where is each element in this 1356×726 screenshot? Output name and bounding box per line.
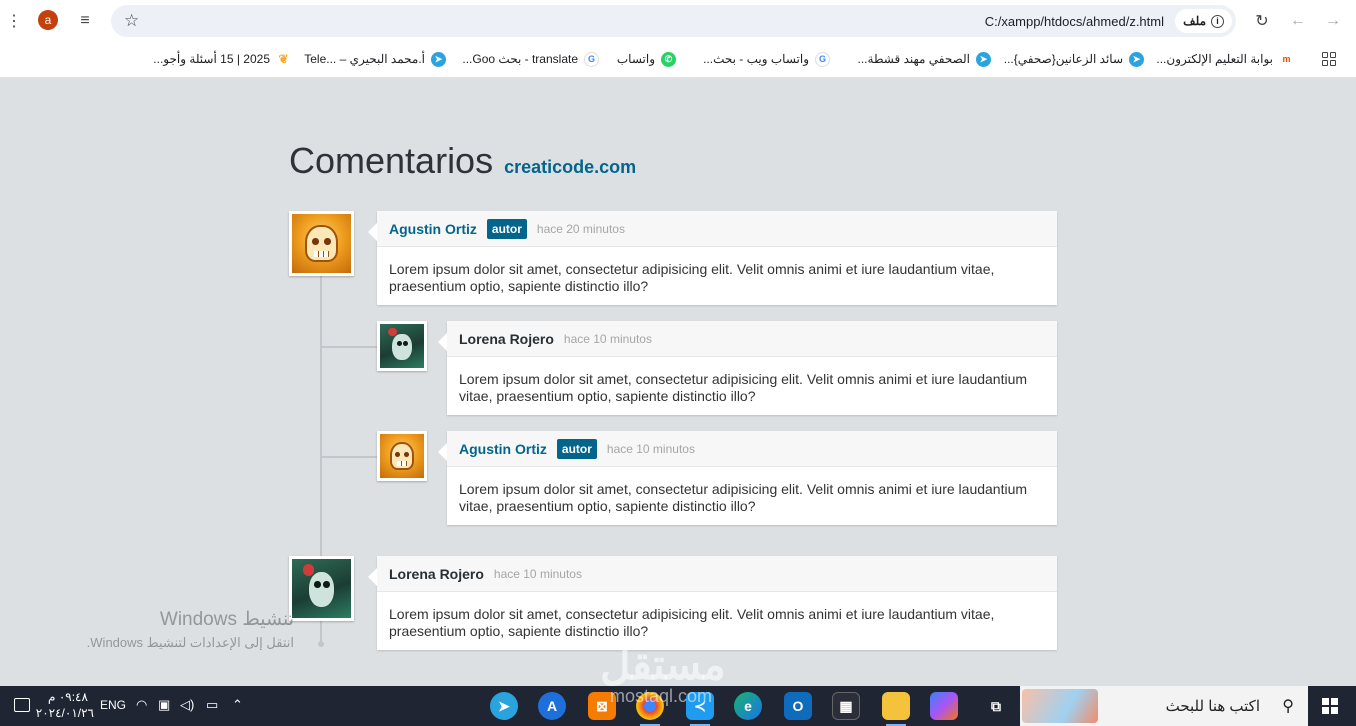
site-chip-label: ملف [1183, 14, 1206, 28]
comment-author-name[interactable]: Lorena Rojero [389, 566, 484, 582]
author-badge: autor [486, 218, 527, 239]
bookmark-item[interactable]: ➤ أ.محمد البحيري – ...Tele [304, 50, 446, 68]
edge-icon[interactable]: e [734, 692, 762, 720]
mostaql-watermark: مستقل [600, 641, 726, 688]
bookmark-label: أ.محمد البحيري – ...Tele [304, 52, 425, 66]
clock-date: ٢٠٢٤/٠١/٢٦ [35, 706, 94, 720]
bookmark-label: بوابة التعليم الإلكترون... [1156, 52, 1273, 66]
bookmark-label: واتساب [616, 52, 655, 66]
bookmark-item[interactable]: ➤ سائد الزعانين{صحفي}... [1004, 50, 1144, 68]
comment-time: hace 10 minutos [606, 441, 695, 456]
catrina-avatar[interactable] [289, 556, 354, 621]
telegram-app-icon[interactable]: ➤ [490, 692, 518, 720]
comment-header: Lorena Rojero hace 10 minutos [447, 321, 1057, 357]
telegram-icon: ➤ [976, 51, 991, 67]
search-icon: ⚲ [1282, 698, 1294, 715]
bookmark-label: translate - بحث Goo... [462, 52, 578, 66]
bookmark-item[interactable]: G واتساب ويب - بحث... [703, 50, 830, 68]
whatsapp-icon: ✆ [661, 51, 676, 67]
store-icon[interactable]: ▦ [832, 692, 860, 720]
activation-title: تنشيط Windows [159, 609, 294, 630]
meet-icon[interactable]: ▣ [158, 697, 170, 713]
moodle-icon: m [1279, 51, 1294, 67]
windows-start-icon[interactable] [1322, 698, 1338, 714]
comment-header: Agustin Ortiz autor hace 20 minutos [377, 211, 1057, 247]
author-badge: autor [556, 438, 597, 459]
comment-box: Agustin Ortiz autor hace 10 minutos Lore… [438, 431, 1057, 525]
thread-end-dot [318, 641, 324, 647]
taskbar-search[interactable]: اكتب هنا للبحث ⚲ [1020, 686, 1308, 726]
site-link[interactable]: creaticode.com [504, 157, 636, 178]
file-explorer-icon[interactable] [882, 692, 910, 726]
reply-connector [322, 456, 377, 458]
bookmark-star-icon[interactable]: ☆ [124, 11, 139, 31]
skull-avatar[interactable] [289, 211, 354, 276]
info-icon: i [1211, 14, 1224, 28]
app-installer-icon[interactable]: A [538, 692, 566, 720]
site-info-chip[interactable]: ملف i [1175, 9, 1232, 33]
bookmark-label: سائد الزعانين{صحفي}... [1003, 52, 1123, 66]
task-view-icon[interactable]: ⧉ [982, 692, 1010, 720]
page-title: Comentarios [289, 140, 494, 181]
activation-subtitle: انتقل إلى الإعدادات لتنشيط Windows. [86, 635, 294, 650]
chevron-up-icon[interactable]: ⌃ [232, 697, 243, 713]
comment-author-name[interactable]: Agustin Ortiz [459, 441, 547, 457]
bookmark-item[interactable]: ➤ الصحفي مهند قشطة... [858, 50, 991, 68]
back-icon[interactable]: → [1321, 9, 1345, 33]
wifi-icon[interactable]: ◠ [136, 697, 147, 713]
profile-avatar[interactable]: a [38, 10, 58, 30]
outlook-icon[interactable]: O [784, 692, 812, 720]
comment-box: Agustin Ortiz autor hace 20 minutos Lore… [368, 211, 1057, 305]
bookmarks-bar: m بوابة التعليم الإلكترون... ➤ سائد الزع… [0, 42, 1356, 78]
search-highlight-image [1022, 689, 1098, 723]
comment-header: Lorena Rojero hace 10 minutos [377, 556, 1057, 592]
comment-time: hace 20 minutos [536, 221, 625, 236]
google-icon: G [815, 51, 830, 67]
system-clock[interactable]: ٠٩:٤٨ م ٢٠٢٤/٠١/٢٦ [35, 689, 94, 721]
browser-toolbar: ⋮ a ≡ ☆ C:/xampp/htdocs/ahmed/z.html ملف… [0, 0, 1356, 42]
language-indicator[interactable]: ENG [100, 698, 126, 712]
catrina-avatar[interactable] [377, 321, 427, 371]
comment-time: hace 10 minutos [563, 331, 652, 346]
reply-connector [322, 346, 377, 348]
google-icon: G [584, 51, 599, 67]
bookmark-label: الصحفي مهند قشطة... [857, 52, 970, 66]
url-text[interactable]: C:/xampp/htdocs/ahmed/z.html [985, 14, 1164, 29]
battery-icon[interactable]: ▭ [206, 697, 218, 713]
bookmark-item[interactable]: ❦ 2025 | 15 أسئلة وأجو... [153, 50, 291, 68]
comment-text: Lorem ipsum dolor sit amet, consectetur … [459, 371, 1028, 404]
comment-text: Lorem ipsum dolor sit amet, consectetur … [459, 481, 1028, 514]
clock-time: ٠٩:٤٨ م [48, 690, 88, 704]
skull-avatar[interactable] [377, 431, 427, 481]
search-placeholder: اكتب هنا للبحث [1165, 698, 1260, 715]
comment-text: Lorem ipsum dolor sit amet, consectetur … [389, 261, 995, 294]
bookmark-label: واتساب ويب - بحث... [703, 52, 809, 66]
comment-author-name[interactable]: Agustin Ortiz [389, 221, 477, 237]
media-control-icon[interactable]: ≡ [73, 9, 97, 33]
more-menu-icon[interactable]: ⋮ [2, 9, 26, 33]
forward-icon[interactable]: ← [1286, 9, 1310, 33]
bookmark-label: 2025 | 15 أسئلة وأجو... [153, 52, 270, 66]
address-bar[interactable]: ☆ C:/xampp/htdocs/ahmed/z.html ملف i [111, 5, 1236, 37]
reload-icon[interactable]: ↻ [1250, 9, 1274, 33]
comment-header: Agustin Ortiz autor hace 10 minutos [447, 431, 1057, 467]
page-header: Comentarios creaticode.com [289, 140, 636, 182]
telegram-icon: ➤ [1129, 51, 1144, 67]
comment-box: Lorena Rojero hace 10 minutos Lorem ipsu… [368, 556, 1057, 650]
mostaql-watermark-en: mostaql.com [610, 686, 713, 706]
telegram-icon: ➤ [431, 51, 446, 67]
bookmark-item[interactable]: ✆ واتساب [617, 50, 676, 68]
windows-activation-watermark: تنشيط Windows انتقل إلى الإعدادات لتنشيط… [87, 608, 294, 651]
comment-time: hace 10 minutos [493, 566, 582, 581]
leaf-icon: ❦ [276, 51, 291, 67]
notification-center-icon[interactable] [14, 698, 30, 712]
copilot-icon[interactable] [930, 692, 958, 720]
volume-icon[interactable]: ◁) [180, 697, 194, 713]
apps-grid-icon[interactable] [1322, 52, 1336, 66]
bookmark-item[interactable]: G translate - بحث Goo... [462, 50, 599, 68]
comment-author-name[interactable]: Lorena Rojero [459, 331, 554, 347]
bookmark-item[interactable]: m بوابة التعليم الإلكترون... [1156, 50, 1294, 68]
comment-box: Lorena Rojero hace 10 minutos Lorem ipsu… [438, 321, 1057, 415]
